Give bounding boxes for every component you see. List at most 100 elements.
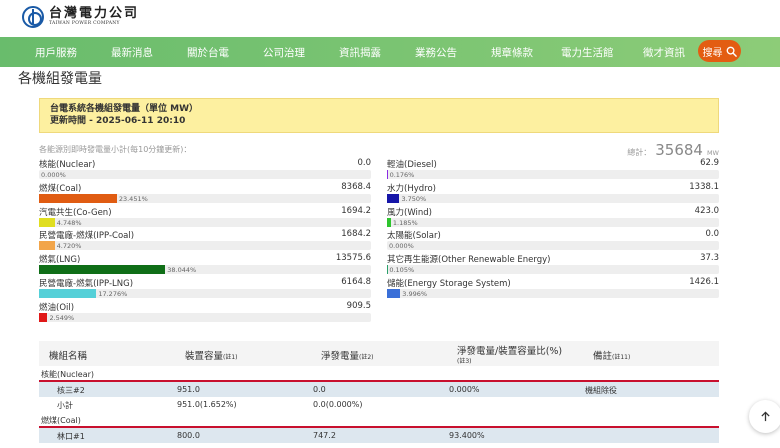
- energy-source-name: 輕油(Diesel): [387, 160, 437, 170]
- subtotal-label: 各能源別即時發電量小計(每10分鐘更新)：: [39, 145, 192, 154]
- nav-item-regulations[interactable]: 規章條款: [491, 45, 533, 60]
- energy-source-name: 儲能(Energy Storage System): [387, 279, 511, 289]
- col-unit-name: 機組名稱: [49, 351, 88, 362]
- energy-bar-percent: 0.105%: [389, 266, 415, 275]
- cell-ratio: 93.400%: [449, 431, 485, 440]
- main-nav: 用戶服務 最新消息 關於台電 公司治理 資訊揭露 業務公告 規章條款 電力生活館…: [0, 37, 780, 67]
- energy-source-value: 37.3: [700, 253, 719, 264]
- energy-bar-percent: 2.549%: [49, 313, 75, 322]
- back-to-top-button[interactable]: [749, 400, 780, 433]
- energy-bar-fill: [387, 289, 401, 298]
- energy-bar-track: [39, 217, 371, 227]
- energy-bar-track: [39, 312, 371, 322]
- energy-source-item: 儲能(Energy Storage System) 1426.1 3.996%: [387, 277, 719, 301]
- energy-bar-percent: 17.276%: [98, 290, 128, 298]
- page-title: 各機組發電量: [18, 71, 102, 87]
- energy-bar-track: [387, 170, 719, 179]
- energy-bar-fill: [387, 193, 400, 203]
- cell-net: 0.0: [313, 385, 326, 394]
- brand-name-cn: 台灣電力公司: [49, 6, 140, 22]
- taipower-emblem-icon: [22, 6, 44, 28]
- unit-generation-table: 機組名稱 裝置容量(註1) 淨發電量(註2) 淨發電量/裝置容量比(%) (註3…: [39, 341, 719, 443]
- energy-bar-track: [387, 193, 719, 203]
- energy-source-value: 0.0: [357, 158, 371, 168]
- nav-item-disclosure[interactable]: 資訊揭露: [339, 45, 381, 60]
- table-body: 核能(Nuclear) 核三#2 951.0 0.0 0.000% 機組除役 小計 951.0…: [39, 366, 719, 443]
- energy-source-value: 1426.1: [689, 277, 719, 287]
- energy-bar-percent: 0.000%: [389, 242, 414, 251]
- energy-bar-percent: 4.720%: [56, 242, 82, 251]
- energy-bar-track: [387, 265, 719, 275]
- search-button[interactable]: 搜尋: [698, 40, 741, 62]
- energy-source-item: 水力(Hydro) 1338.1 3.750%: [387, 182, 719, 206]
- energy-bar-fill: [39, 217, 55, 227]
- energy-bar-percent: 0.176%: [389, 171, 415, 179]
- energy-bar-percent: 3.750%: [401, 194, 427, 203]
- energy-source-value: 1694.2: [341, 205, 371, 216]
- energy-source-name: 風力(Wind): [387, 207, 432, 218]
- energy-source-name: 燃油(Oil): [39, 302, 75, 313]
- energy-bar-track: [39, 193, 371, 203]
- table-header: 機組名稱 裝置容量(註1) 淨發電量(註2) 淨發電量/裝置容量比(%) (註3…: [39, 341, 719, 366]
- energy-bar-track: [39, 170, 371, 179]
- energy-source-value: 6164.8: [341, 277, 371, 287]
- total-value: 35684: [655, 141, 703, 159]
- notice-updated-time: 更新時間 - 2025-06-11 20:10: [50, 116, 186, 126]
- col-remark: 備註(註11): [593, 351, 631, 362]
- col-ratio-note: (註3): [457, 358, 472, 365]
- cell-ratio: 0.000%: [449, 385, 480, 394]
- energy-source-value: 1684.2: [341, 229, 371, 240]
- energy-source-name: 民營電廠-燃煤(IPP-Coal): [39, 231, 135, 242]
- energy-bar-percent: 4.748%: [56, 218, 82, 227]
- cell-capacity: 951.0: [177, 385, 200, 394]
- notice-title: 台電系統各機組發電量（單位 MW）: [50, 104, 199, 114]
- energy-source-name: 水力(Hydro): [387, 183, 436, 194]
- energy-source-item: 風力(Wind) 423.0 1.185%: [387, 206, 719, 230]
- energy-source-name: 燃氣(LNG): [39, 255, 81, 266]
- table-row: 核三#2 951.0 0.0 0.000% 機組除役: [39, 382, 719, 397]
- energy-source-item: 其它再生能源(Other Renewable Energy) 37.3 0.105%: [387, 253, 719, 277]
- energy-source-item: 太陽能(Solar) 0.0 0.000%: [387, 229, 719, 253]
- cell-capacity: 800.0: [177, 431, 200, 440]
- energy-bar-track: [387, 241, 719, 251]
- energy-bar-fill: [39, 241, 55, 251]
- energy-bar-fill: [39, 193, 117, 203]
- nav-item-power-life[interactable]: 電力生活館: [561, 45, 614, 60]
- arrow-up-icon: [761, 411, 770, 422]
- table-group-header: 核能(Nuclear): [39, 366, 719, 382]
- nav-item-announcements[interactable]: 業務公告: [415, 45, 457, 60]
- energy-source-name: 核能(Nuclear): [39, 160, 96, 170]
- energy-bar-percent: 1.185%: [392, 218, 418, 227]
- energy-bar-fill: [387, 170, 388, 179]
- taipower-logo[interactable]: 台灣電力公司 TAIWAN POWER COMPANY: [22, 6, 139, 28]
- energy-bar-track: [39, 289, 371, 298]
- nav-item-customer-service[interactable]: 用戶服務: [35, 45, 77, 60]
- energy-source-item: 輕油(Diesel) 62.9 0.176%: [387, 158, 719, 182]
- update-notice: 台電系統各機組發電量（單位 MW） 更新時間 - 2025-06-11 20:1…: [39, 98, 719, 133]
- energy-source-item: 核能(Nuclear) 0.0 0.000%: [39, 158, 371, 182]
- cell-unit: 小計: [57, 401, 73, 410]
- table-row: 林口#1 800.0 747.2 93.400%: [39, 428, 719, 443]
- nav-item-news[interactable]: 最新消息: [111, 45, 153, 60]
- energy-source-value: 13575.6: [335, 253, 371, 264]
- energy-source-item: 民營電廠-燃氣(IPP-LNG) 6164.8 17.276%: [39, 277, 371, 301]
- energy-source-item: 燃氣(LNG) 13575.6 38.044%: [39, 253, 371, 277]
- total-unit: MW: [706, 149, 719, 157]
- energy-source-value: 0.0: [705, 229, 719, 240]
- energy-source-item: 燃油(Oil) 909.5 2.549%: [39, 301, 371, 325]
- nav-item-about[interactable]: 關於台電: [187, 45, 229, 60]
- energy-source-value: 1338.1: [689, 181, 719, 192]
- energy-bar-track: [39, 241, 371, 251]
- brand-name-en: TAIWAN POWER COMPANY: [49, 21, 120, 27]
- col-ratio: 淨發電量/裝置容量比(%): [457, 346, 563, 357]
- cell-net: 747.2: [313, 431, 336, 440]
- search-label: 搜尋: [702, 47, 723, 59]
- total-generation: 總計： 35684 MW: [627, 141, 719, 159]
- nav-item-careers[interactable]: 徵才資訊: [643, 45, 685, 60]
- energy-source-value: 8368.4: [341, 181, 371, 192]
- energy-bar-percent: 0.000%: [41, 171, 66, 179]
- energy-bar-fill: [39, 312, 48, 322]
- nav-item-governance[interactable]: 公司治理: [263, 45, 305, 60]
- table-row: 小計 951.0(1.652%) 0.0(0.000%): [39, 397, 719, 412]
- energy-source-value: 62.9: [700, 158, 719, 168]
